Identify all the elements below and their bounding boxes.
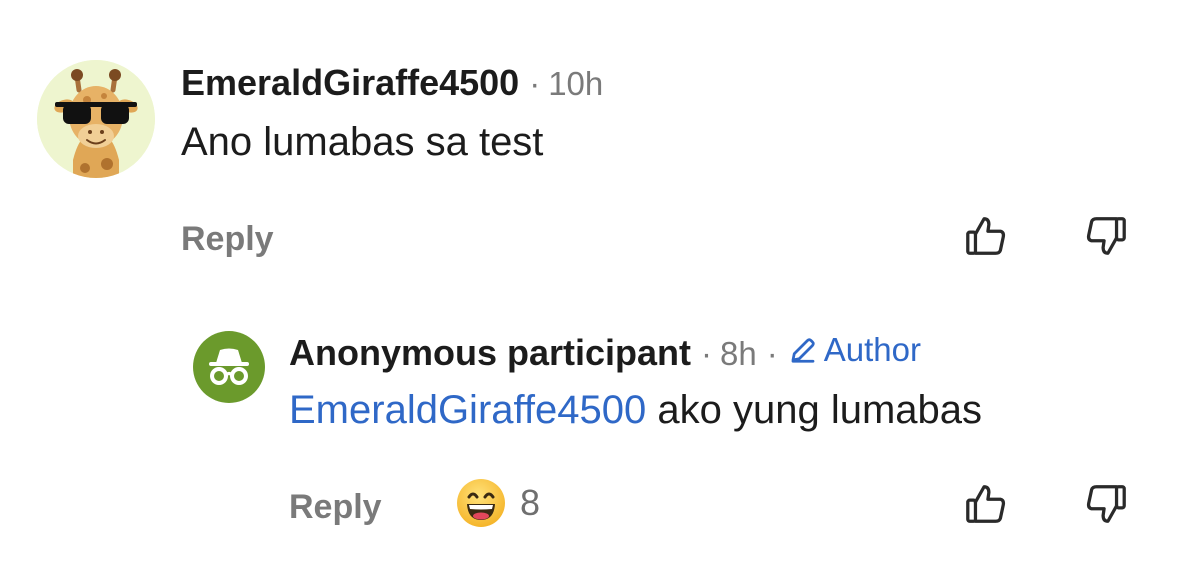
reply-button[interactable]: Reply	[181, 220, 274, 259]
user-mention-link[interactable]: EmeraldGiraffe4500	[289, 388, 646, 433]
reply-header: Anonymous participant · 8h · Author	[289, 331, 921, 374]
pencil-icon	[791, 338, 815, 363]
downvote-thumbs-down-icon[interactable]	[1080, 210, 1132, 262]
grinning-face-emoji-icon	[457, 479, 505, 527]
comment-header: EmeraldGiraffe4500 · 10h	[181, 62, 603, 104]
meta-separator: ·	[701, 335, 713, 372]
author-badge-label: Author	[823, 331, 921, 368]
reply-text: ako yung lumabas	[646, 388, 983, 432]
comment-thread: EmeraldGiraffe4500 · 10h Ano lumabas sa …	[0, 0, 1179, 570]
reply-button[interactable]: Reply	[289, 488, 382, 527]
reply-author-name[interactable]: Anonymous participant	[289, 332, 691, 374]
giraffe-avatar-icon[interactable]	[37, 60, 155, 178]
reaction-count: 8	[520, 482, 541, 523]
comment-body: Ano lumabas sa test	[181, 120, 543, 165]
meta-separator: ·	[766, 335, 778, 372]
comment-text: Ano lumabas sa test	[181, 120, 544, 164]
reaction-button[interactable]: 8	[456, 478, 540, 528]
meta-separator: ·	[529, 65, 541, 102]
comment-author-name[interactable]: EmeraldGiraffe4500	[181, 62, 519, 104]
comment-timestamp: 10h	[548, 65, 604, 102]
incognito-avatar-icon[interactable]	[193, 331, 265, 403]
author-badge: Author	[788, 331, 921, 369]
upvote-thumbs-up-icon[interactable]	[960, 210, 1012, 262]
upvote-thumbs-up-icon[interactable]	[960, 478, 1012, 530]
downvote-thumbs-down-icon[interactable]	[1080, 478, 1132, 530]
reply-body: EmeraldGiraffe4500 ako yung lumabas	[289, 388, 982, 433]
reply-timestamp: 8h	[720, 335, 757, 372]
